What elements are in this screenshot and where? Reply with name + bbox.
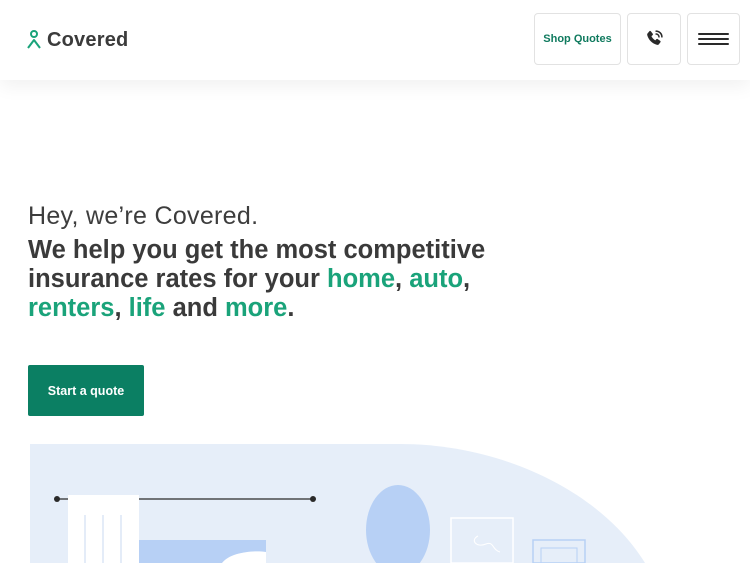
person-logo-icon [27,30,41,49]
headline-more: more [225,294,288,322]
hero-intro: Hey, we’re Covered. [28,202,259,230]
logo-text: Covered [47,28,129,51]
illustration-dot [310,496,316,502]
headline-auto: auto [409,265,464,293]
headline-end: . [287,294,295,322]
hamburger-menu-icon [698,33,729,45]
headline-renters: renters [28,294,115,322]
page: Covered Shop Quotes Hey, we’re Covered. … [0,0,750,563]
shop-quotes-button[interactable]: Shop Quotes [534,13,621,65]
start-quote-label: Start a quote [47,383,125,398]
phone-button[interactable] [627,13,681,65]
headline-separator: , [114,294,129,322]
logo[interactable]: Covered [27,28,128,52]
hero-headline: We help you get the most competitive ins… [28,236,548,323]
site-header: Covered Shop Quotes [0,0,750,80]
shop-quotes-label: Shop Quotes [543,33,612,45]
start-quote-button[interactable]: Start a quote [28,365,144,416]
phone-icon [647,30,663,45]
illustration-dot [54,496,60,502]
headline-and: and [165,294,225,322]
headline-separator: , [463,265,471,293]
menu-button[interactable] [687,13,740,65]
headline-home: home [327,265,396,293]
hero-illustration [30,444,645,563]
headline-life: life [128,294,166,322]
headline-separator: , [395,265,410,293]
